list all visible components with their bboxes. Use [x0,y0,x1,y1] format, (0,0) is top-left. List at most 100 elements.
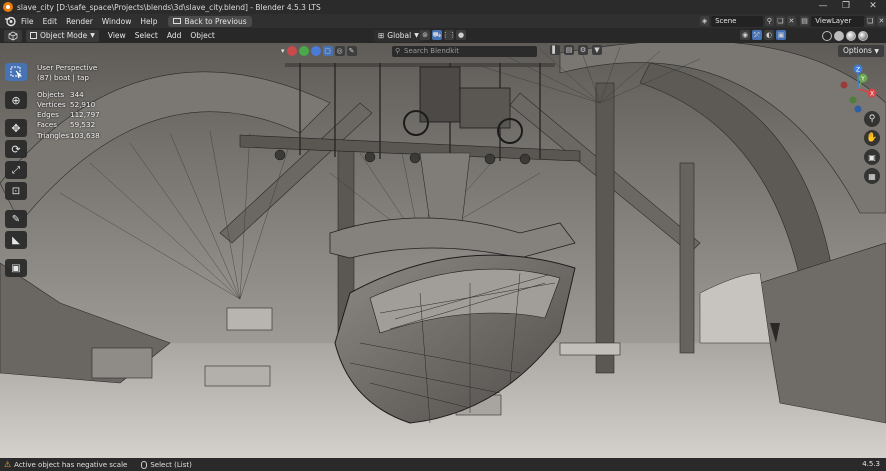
camera-icon: ▣ [868,152,876,162]
rotate-tool[interactable]: ⟳ [5,140,27,158]
perspective-label: User Perspective [37,63,98,72]
menu-object[interactable]: Object [190,31,214,40]
material-filter-icon[interactable] [310,46,321,56]
camera-view-button[interactable]: ▣ [864,149,880,165]
scene-name-field[interactable]: Scene [711,15,763,27]
cursor-tool[interactable]: ⊕ [5,91,27,109]
neg-y-axis-handle [849,96,857,104]
view-layer-name-field[interactable]: ViewLayer [811,15,864,27]
object-filter-icon[interactable] [286,46,297,56]
ruler-icon: ◣ [12,234,20,246]
menu-select[interactable]: Select [135,31,158,40]
pivot-icon[interactable]: ⊚ [420,30,430,40]
rendered-shading-icon[interactable] [858,31,868,41]
menu-render[interactable]: Render [66,17,93,26]
visibility-icon[interactable]: ◉ [740,30,750,40]
new-view-layer-icon[interactable]: ❏ [865,16,875,26]
transform-orientation-dropdown[interactable]: ⊞ Global ▼ [374,30,423,42]
options-dropdown[interactable]: Options ▼ [838,45,884,57]
transform-tool[interactable]: ⊡ [5,182,27,200]
blendkit-actions: ▌ ▤ ⚙ ▼ [550,45,602,55]
transform-orientation-label: Global [387,31,412,40]
rotate-icon: ⟳ [11,142,21,156]
maximize-button[interactable]: ❐ [833,0,859,14]
crosshair-icon: ⊕ [11,93,21,107]
menu-view[interactable]: View [108,31,126,40]
xray-icon[interactable]: ▣ [776,30,786,40]
back-to-previous-button[interactable]: Back to Previous [168,15,252,27]
object-mode-dropdown[interactable]: Object Mode ▼ [26,29,99,42]
chevron-down-icon: ▼ [874,48,879,55]
scale-tool[interactable]: ⤢ [5,161,27,179]
scene-render [0,43,886,458]
settings-icon[interactable]: ⚙ [578,45,588,55]
move-tool[interactable]: ✥ [5,119,27,137]
menu-help[interactable]: Help [140,17,157,26]
menu-edit[interactable]: Edit [43,17,58,26]
view-layer-icon[interactable]: ▤ [800,16,810,26]
remove-scene-icon[interactable]: ✕ [786,16,797,26]
chevron-down-icon: ▼ [414,32,419,39]
zoom-button[interactable]: ⚲ [864,111,880,127]
wireframe-shading-icon[interactable] [822,31,832,41]
editor-type-button[interactable] [4,29,22,42]
asset-bar-icon[interactable]: ▤ [564,45,574,55]
view-layer-selector: ▤ ViewLayer ❏ ✕ [800,15,886,27]
perspective-toggle-button[interactable]: ▦ [864,168,880,184]
cursor-arrow-icon [10,66,22,78]
stat-vertices: Vertices 52,910 [37,99,96,109]
menu-add[interactable]: Add [167,31,182,40]
viewport-display-controls: ◉ ⤱ ◐ ▣ [740,30,786,40]
proportional-edit-icon[interactable]: ● [456,30,466,40]
3d-viewport[interactable]: ▾ ▢ ◎ ✎ ⚲ Search Blendkit ▌ ▤ ⚙ ▼ ⊕ ✥ ⟳ … [0,43,886,458]
status-bar: ⚠ Active object has negative scale Selec… [0,458,886,471]
remove-view-layer-icon[interactable]: ✕ [876,16,886,26]
status-select-hint: Select (List) [141,460,192,469]
stat-faces: Faces 59,532 [37,120,96,130]
context-label: (87) boat | tap [37,73,89,83]
tool-shelf: ⊕ ✥ ⟳ ⤢ ⊡ ✎ ◣ ▣ [5,63,27,277]
annotate-tool[interactable]: ✎ [5,210,27,228]
blender-logo-icon[interactable] [4,15,16,27]
status-warning: ⚠ Active object has negative scale [4,460,127,469]
new-scene-icon[interactable]: ❏ [775,16,785,26]
snap-toggle-icon[interactable]: ⛟ [432,30,442,40]
menu-file[interactable]: File [21,17,34,26]
material-shading-icon[interactable] [846,31,856,41]
stat-objects: Objects 344 [37,89,84,99]
gizmo-icon[interactable]: ⤱ [752,30,762,40]
asset-filter-icon[interactable]: ▢ [322,46,333,56]
menu-window[interactable]: Window [102,17,132,26]
mesh-filter-icon[interactable] [298,46,309,56]
scene-icon[interactable]: ◈ [700,16,710,26]
stat-edges: Edges 112,797 [37,110,100,120]
viewport-stats: User Perspective (87) boat | tap Objects… [37,63,100,141]
orientation-icon: ⊞ [378,31,385,40]
cube-icon [8,31,18,40]
measure-tool[interactable]: ◣ [5,231,27,249]
blendkit-search-input[interactable]: ⚲ Search Blendkit [392,46,537,57]
scene-selector: ◈ Scene ⚲ ❏ ✕ [700,15,797,27]
transform-icon: ⊡ [11,185,21,197]
pin-icon[interactable]: ⚲ [764,16,774,26]
overlay-icon[interactable]: ◐ [764,30,774,40]
search-icon: ⚲ [395,47,401,55]
move-icon: ✥ [11,121,21,135]
solid-shading-icon[interactable] [834,31,844,41]
title-bar: slave_city [D:\safe_space\Projects\blend… [0,0,886,14]
brush-filter-icon[interactable]: ✎ [346,46,357,56]
bookmark-icon[interactable]: ▌ [550,45,560,55]
options-label: Options [843,46,872,55]
snap-target-icon[interactable]: ⋮⋮ [442,30,456,40]
z-axis-label: Z [856,67,860,74]
select-box-tool[interactable] [5,63,27,81]
hdr-filter-icon[interactable]: ◎ [334,46,345,56]
magnifier-icon: ⚲ [868,114,876,124]
close-button[interactable]: ✕ [860,0,886,14]
chevron-down-icon[interactable]: ▾ [281,47,285,55]
pan-button[interactable]: ✋ [864,130,880,146]
filter-icon[interactable]: ▼ [592,45,602,55]
navigation-gizmo[interactable]: Z X Y [832,63,884,115]
add-cube-tool[interactable]: ▣ [5,259,27,277]
navigation-buttons: ⚲ ✋ ▣ ▦ [864,111,880,184]
